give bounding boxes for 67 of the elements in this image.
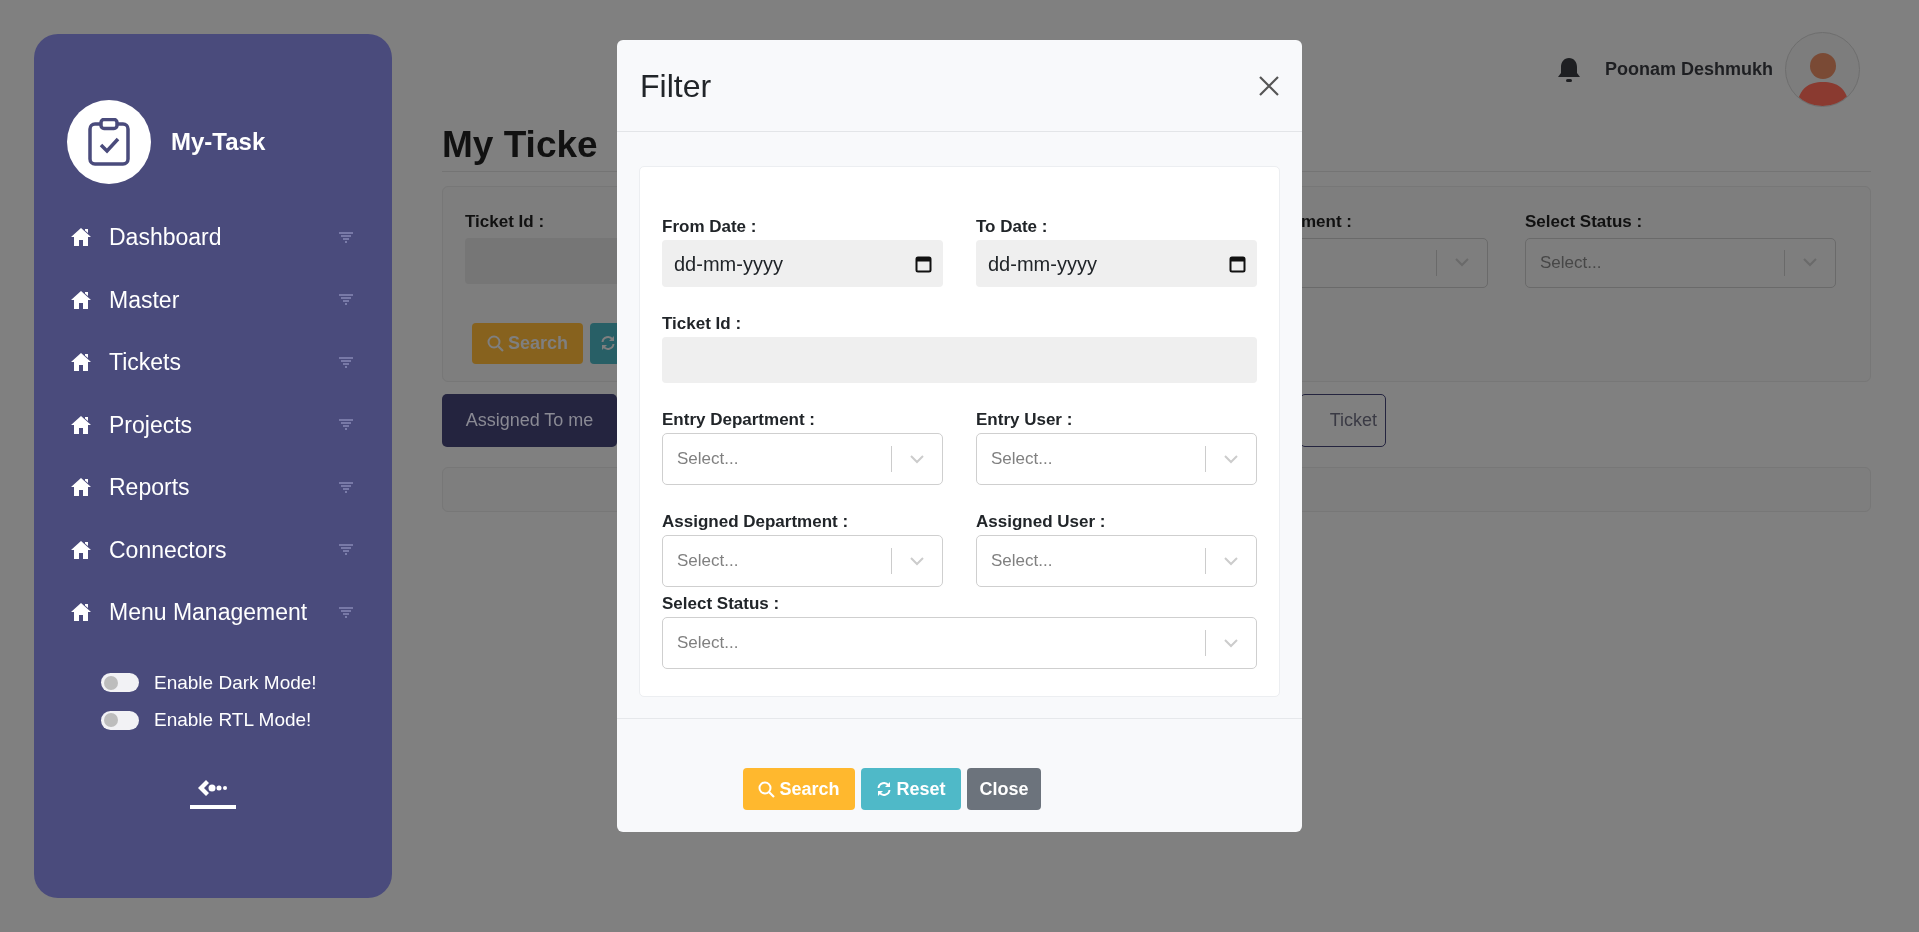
toggle-switch[interactable]: [101, 710, 139, 730]
field-label: ment :: [1301, 211, 1353, 233]
sidebar-item[interactable]: Tickets: [34, 331, 392, 394]
sidebar-item[interactable]: Master: [34, 268, 392, 331]
caret-icon: [338, 481, 354, 493]
arrow-left-icon: [196, 778, 230, 797]
caret-icon: [338, 294, 354, 306]
chevron-down-icon: [910, 454, 924, 464]
sidebar-item[interactable]: Menu Management: [34, 581, 392, 644]
search-icon: [758, 780, 776, 798]
caret-icon: [338, 606, 354, 618]
home-icon: [70, 414, 92, 435]
refresh-icon: [600, 335, 616, 351]
refresh-icon: [876, 781, 893, 797]
home-icon: [70, 477, 92, 498]
reset-button[interactable]: Reset: [861, 768, 961, 810]
field-label: Entry User :: [976, 410, 1074, 430]
select-field[interactable]: Select...: [662, 617, 1257, 669]
close-icon[interactable]: [1258, 74, 1280, 97]
field-label: To Date :: [976, 217, 1049, 237]
user-name: Poonam Deshmukh: [1604, 58, 1773, 81]
collapse-button[interactable]: [190, 778, 236, 809]
chevron-down-icon: [1224, 638, 1238, 648]
caret-icon: [338, 231, 354, 243]
home-icon: [70, 289, 92, 310]
field-label: Ticket Id :: [465, 211, 545, 233]
toggle-switch[interactable]: [101, 673, 139, 693]
tab[interactable]: Assigned To me: [442, 394, 617, 447]
page-title: My Ticke: [442, 124, 598, 165]
search-icon: [486, 334, 504, 352]
sidebar-item[interactable]: Dashboard: [34, 206, 392, 269]
chevron-down-icon: [910, 556, 924, 566]
select-field[interactable]: Select...: [662, 535, 943, 587]
calendar-icon: [1229, 254, 1246, 273]
caret-icon: [338, 356, 354, 368]
close-button[interactable]: Close: [967, 768, 1041, 810]
caret-icon: [338, 419, 354, 431]
field-label: Select Status :: [662, 594, 781, 614]
date-field[interactable]: dd-mm-yyyy: [976, 240, 1257, 287]
chevron-down-icon: [1224, 556, 1238, 566]
select-field[interactable]: Select...: [976, 535, 1257, 587]
caret-icon: [338, 544, 354, 556]
field-label: Select Status :: [1525, 211, 1644, 233]
brand-name: My-Task: [171, 127, 266, 157]
field-label: Entry Department :: [662, 410, 817, 430]
field-label: Assigned Department :: [662, 512, 850, 532]
date-field[interactable]: dd-mm-yyyy: [662, 240, 943, 287]
home-icon: [70, 539, 92, 560]
clipboard-check-icon: [87, 118, 131, 166]
select-field[interactable]: Select...: [662, 433, 943, 485]
toggle-label: Enable Dark Mode!: [154, 670, 317, 695]
sidebar-item[interactable]: Projects: [34, 393, 392, 456]
status-select[interactable]: Select...: [1525, 237, 1836, 288]
field-label: From Date :: [662, 217, 758, 237]
dialog-title: Filter: [640, 66, 712, 106]
home-icon: [70, 227, 92, 248]
sidebar-item[interactable]: Connectors: [34, 518, 392, 581]
sidebar-item[interactable]: Reports: [34, 456, 392, 519]
field-label: Ticket Id :: [662, 314, 743, 334]
toggle-label: Enable RTL Mode!: [154, 708, 312, 732]
bell-icon[interactable]: [1556, 56, 1581, 83]
field-label: Assigned User :: [976, 512, 1107, 532]
home-icon: [70, 602, 92, 623]
calendar-icon: [915, 254, 932, 273]
chevron-down-icon: [1224, 454, 1238, 464]
home-icon: [70, 352, 92, 373]
select-field[interactable]: Select...: [976, 433, 1257, 485]
